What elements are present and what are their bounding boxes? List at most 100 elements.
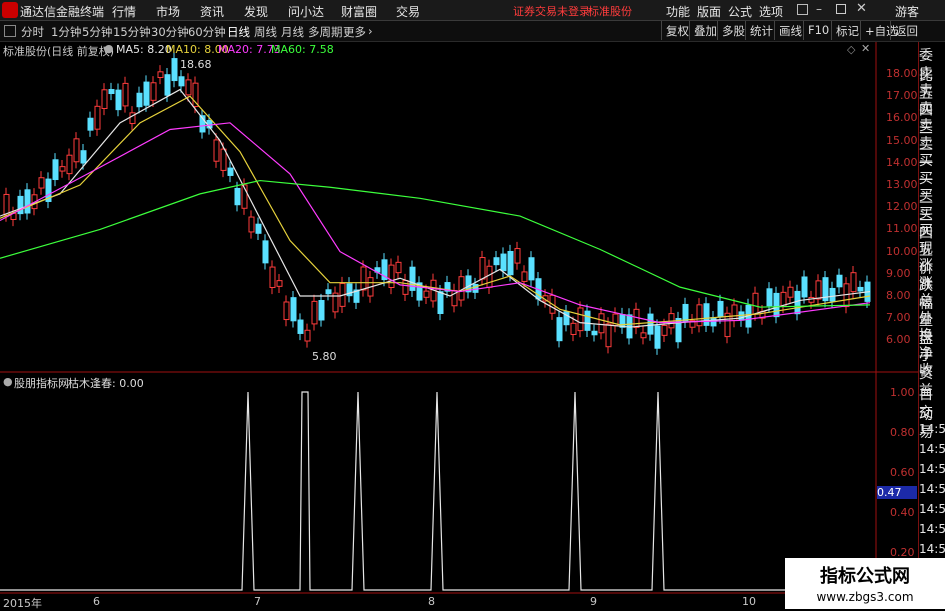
- candle-body: [178, 76, 185, 87]
- price-tick: 6.00: [886, 333, 911, 347]
- period-5min[interactable]: 5分钟: [82, 24, 112, 40]
- candle-body: [486, 265, 493, 288]
- menu-faxian[interactable]: 发现: [244, 3, 268, 20]
- period-multi[interactable]: 多周期: [308, 24, 343, 40]
- candle-body: [136, 92, 143, 108]
- period-1min[interactable]: 1分钟: [51, 24, 81, 40]
- settings-icon[interactable]: ●: [104, 42, 114, 55]
- period-monthly[interactable]: 月线: [281, 24, 304, 40]
- chevron-right-icon[interactable]: ›: [368, 24, 373, 38]
- price-tick: 7.00: [886, 311, 911, 325]
- maximize-icon[interactable]: [836, 4, 846, 14]
- candle-body: [108, 89, 115, 95]
- close-icon[interactable]: ✕: [856, 1, 867, 16]
- candle-body: [220, 148, 227, 171]
- indicator-tick: 0.60: [890, 466, 915, 479]
- candle-body: [164, 74, 171, 96]
- menu-hangqing[interactable]: 行情: [112, 3, 136, 20]
- candle-body: [143, 81, 150, 106]
- menu-gongneng[interactable]: 功能: [666, 3, 690, 20]
- candle-body: [290, 297, 297, 322]
- candle-body: [528, 257, 535, 281]
- indicator-icon[interactable]: ●: [3, 375, 13, 388]
- candle-body: [794, 290, 801, 315]
- menu-shichang[interactable]: 市场: [156, 3, 180, 20]
- low-price-label: 5.80: [312, 350, 337, 363]
- candle-body: [584, 310, 591, 331]
- indicator-formula: 枯木逢春: 0.00: [68, 377, 144, 390]
- period-60min[interactable]: 60分钟: [188, 24, 226, 40]
- candle-body: [360, 266, 367, 291]
- candle-body: [101, 89, 108, 109]
- candle-body: [388, 264, 395, 288]
- price-tick: 15.00: [886, 133, 918, 147]
- candle-body: [507, 250, 514, 276]
- candle-body: [24, 189, 31, 214]
- price-tick: 10.00: [886, 244, 918, 258]
- candle-body: [262, 240, 269, 264]
- candle-body: [150, 82, 157, 101]
- candle-body: [171, 58, 178, 82]
- period-daily[interactable]: 日线: [227, 24, 250, 40]
- menu-wenxiaoda[interactable]: 问小达: [288, 3, 324, 20]
- candle-body: [752, 292, 759, 315]
- x-label-8: 8: [428, 595, 435, 608]
- candle-body: [479, 257, 486, 280]
- menu-gongshi[interactable]: 公式: [728, 3, 752, 20]
- candle-body: [59, 166, 66, 172]
- x-label-10: 10: [742, 595, 756, 608]
- candle-body: [122, 82, 129, 107]
- btn-huaxian[interactable]: 画线: [774, 21, 806, 40]
- expand-icon[interactable]: [4, 25, 16, 37]
- btn-fanhui[interactable]: 返回: [890, 21, 922, 40]
- candle-body: [696, 304, 703, 327]
- candle-body: [304, 329, 311, 342]
- menu-banmian[interactable]: 版面: [697, 3, 721, 20]
- indicator-tick: 0.40: [890, 506, 915, 519]
- login-warning[interactable]: 证券交易未登录: [513, 3, 590, 19]
- period-more[interactable]: 更多: [343, 24, 366, 40]
- trade-time: 14:56: [919, 462, 945, 476]
- period-weekly[interactable]: 周线: [254, 24, 277, 40]
- price-tick: 9.00: [886, 266, 911, 280]
- x-label-7: 7: [254, 595, 261, 608]
- candle-body: [423, 290, 430, 298]
- candle-body: [227, 167, 234, 176]
- period-30min[interactable]: 30分钟: [151, 24, 189, 40]
- trade-time: 14:56: [919, 502, 945, 516]
- close-pane-icon[interactable]: ✕: [861, 42, 870, 55]
- candle-body: [87, 117, 94, 131]
- user-label[interactable]: 游客: [895, 3, 919, 20]
- candle-body: [297, 319, 304, 334]
- app-logo-icon: [2, 2, 18, 18]
- candle-body: [738, 311, 745, 321]
- period-fenshi[interactable]: 分时: [21, 24, 44, 40]
- header-stock-name: 标准股份: [588, 5, 632, 18]
- trade-time: 14:56: [919, 442, 945, 456]
- price-tick: 11.00: [886, 222, 918, 236]
- menu-jiaoyi[interactable]: 交易: [396, 3, 420, 20]
- menu-xuanxiang[interactable]: 选项: [759, 3, 783, 20]
- skin-icon[interactable]: [797, 4, 808, 15]
- price-tick: 12.00: [886, 200, 918, 214]
- menu-caifuquan[interactable]: 财富圈: [341, 3, 377, 20]
- candle-body: [311, 300, 318, 325]
- candle-body: [661, 324, 668, 336]
- ma60-label: MA60: 7.58: [271, 43, 334, 56]
- menu-zixun[interactable]: 资讯: [200, 3, 224, 20]
- stock-label: 标准股份(日线 前复权): [3, 45, 115, 58]
- ma5-label: MA5: 8.20: [116, 43, 172, 56]
- btn-f10[interactable]: F10: [803, 21, 833, 40]
- candle-body: [66, 154, 73, 175]
- indicator-tick: 1.00: [890, 386, 915, 399]
- indicator-line: [0, 391, 876, 591]
- btn-biaoji[interactable]: 标记: [831, 21, 863, 40]
- btn-tongji[interactable]: 统计: [745, 21, 777, 40]
- period-15min[interactable]: 15分钟: [113, 24, 151, 40]
- candle-body: [521, 271, 528, 282]
- kline-chart[interactable]: [0, 42, 918, 609]
- candlesticks: [3, 51, 871, 355]
- watermark-url: www.zbgs3.com: [816, 590, 914, 604]
- minimize-icon[interactable]: –: [816, 2, 822, 16]
- diamond-icon[interactable]: ◇: [847, 43, 855, 56]
